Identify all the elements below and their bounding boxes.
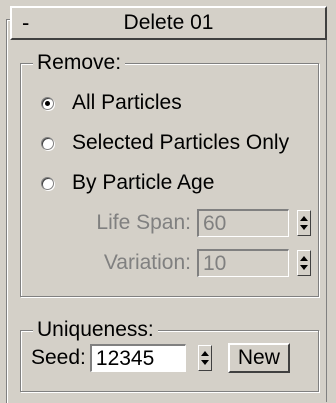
variation-row: Variation: 10 <box>21 248 311 278</box>
remove-group: Remove: All Particles Selected Particles… <box>20 50 319 297</box>
seed-label: Seed: <box>31 346 86 369</box>
seed-spinner[interactable] <box>197 345 212 371</box>
life-span-row: Life Span: 60 <box>21 208 311 238</box>
radio-button-icon[interactable] <box>41 176 54 190</box>
remove-group-label: Remove: <box>33 50 126 76</box>
variation-label: Variation: <box>103 251 191 274</box>
uniqueness-group: Uniqueness: Seed: 12345 New <box>20 317 319 392</box>
life-span-label: Life Span: <box>96 211 191 234</box>
rollout-bracket <box>6 19 17 403</box>
spinner-down-icon <box>200 360 209 365</box>
seed-row: Seed: 12345 New <box>31 343 290 373</box>
spinner-down-icon <box>300 225 308 230</box>
seed-field[interactable]: 12345 <box>89 344 186 372</box>
radio-all-particles[interactable]: All Particles <box>41 89 182 117</box>
spinner-up-icon <box>200 351 209 356</box>
radio-selected-particles-only[interactable]: Selected Particles Only <box>41 129 289 157</box>
uniqueness-group-label: Uniqueness: <box>33 317 158 343</box>
life-span-field[interactable]: 60 <box>197 209 289 237</box>
spinner-up-icon <box>300 216 308 221</box>
radio-label: Selected Particles Only <box>72 131 290 154</box>
radio-by-particle-age[interactable]: By Particle Age <box>41 169 214 197</box>
rollout-title[interactable]: Delete 01 <box>12 10 325 36</box>
radio-label: By Particle Age <box>72 171 215 194</box>
rollout-border <box>326 40 327 402</box>
rollout-header[interactable]: - Delete 01 <box>10 6 327 40</box>
radio-button-icon[interactable] <box>41 96 54 110</box>
life-span-spinner[interactable] <box>297 210 311 236</box>
spinner-down-icon <box>300 265 308 270</box>
variation-spinner[interactable] <box>297 250 311 276</box>
radio-button-icon[interactable] <box>41 136 54 150</box>
new-seed-button[interactable]: New <box>227 343 290 373</box>
spinner-up-icon <box>300 256 308 261</box>
radio-label: All Particles <box>72 91 182 114</box>
variation-field[interactable]: 10 <box>197 249 289 277</box>
